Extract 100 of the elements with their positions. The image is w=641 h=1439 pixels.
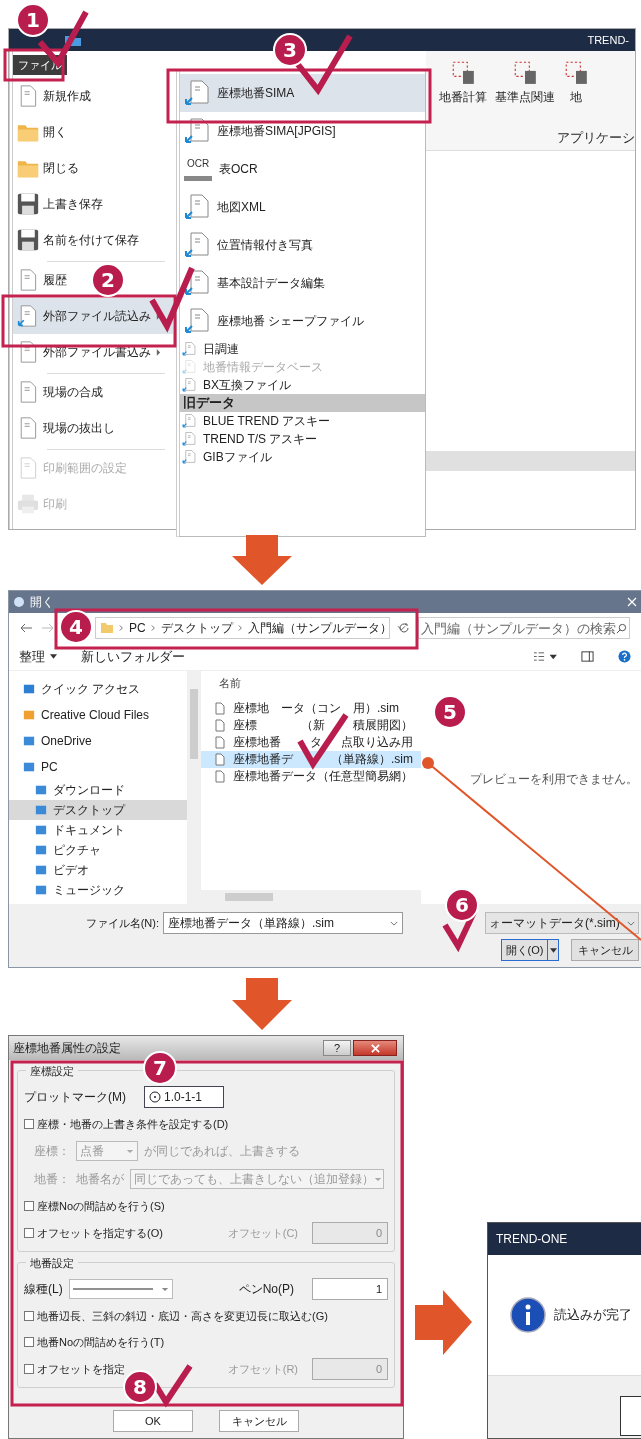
submenu-item[interactable]: BX互換ファイル: [180, 376, 425, 394]
close-icon: [370, 1043, 380, 1053]
split-dropdown-button[interactable]: [547, 939, 559, 961]
printer-icon: [17, 493, 39, 515]
breadcrumb-item[interactable]: 入門編（サンプルデータ）: [247, 619, 392, 637]
nav-item[interactable]: OneDrive: [9, 728, 187, 754]
checkbox[interactable]: 地番Noの間詰めを行う(T): [24, 1329, 388, 1355]
location-icon: [35, 864, 47, 876]
plot-mark-field[interactable]: 1.0-1-1: [144, 1086, 224, 1108]
checkbox[interactable]: 地番辺長、三斜の斜辺・底辺・高さを変更辺長に取込む(G): [24, 1303, 388, 1329]
file-item[interactable]: 座標地番デ （単路線）.sim: [201, 751, 421, 768]
open-button[interactable]: 開く(O): [501, 939, 547, 961]
nav-item[interactable]: ドキュメント: [9, 820, 187, 840]
location-icon: [35, 884, 47, 896]
ribbon-button[interactable]: 基準点関連: [494, 59, 556, 106]
window-title: TREND-ONE: [496, 1232, 568, 1246]
submenu-item[interactable]: 座標地番SIMA: [180, 74, 425, 112]
submenu-item[interactable]: 座標地番SIMA[JPGIS]: [180, 112, 425, 150]
submenu-item[interactable]: OCR 表OCR: [180, 150, 425, 188]
submenu-item[interactable]: 位置情報付き写真: [180, 226, 425, 264]
checkbox[interactable]: 座標Noの間詰めを行う(S): [24, 1193, 388, 1219]
submenu-item[interactable]: BLUE TREND アスキー: [180, 412, 425, 430]
submenu-item[interactable]: GIBファイル: [180, 448, 425, 466]
file-name-label: ファイル名(N):: [84, 915, 159, 931]
column-header[interactable]: 名前: [201, 671, 421, 695]
line-sample-icon: [72, 1287, 153, 1291]
organize-button[interactable]: 整理: [19, 647, 57, 666]
nav-item[interactable]: ミュージック: [9, 880, 187, 900]
menu-item[interactable]: 履歴: [13, 262, 71, 298]
nav-item[interactable]: ピクチャ: [9, 840, 187, 860]
location-icon: [35, 844, 47, 856]
field-label: が同じであれば、上書きする: [144, 1142, 300, 1160]
pen-number-field[interactable]: 1: [312, 1278, 388, 1300]
close-icon[interactable]: [627, 597, 637, 607]
checkbox[interactable]: オフセットを指定: [24, 1361, 125, 1377]
location-icon: [23, 709, 35, 721]
nav-item[interactable]: クイック アクセス: [9, 676, 187, 702]
submenu-item[interactable]: 座標地番 シェープファイル: [180, 302, 425, 340]
window-title: 座標地番属性の設定: [13, 1039, 121, 1057]
ok-button[interactable]: [620, 1396, 641, 1436]
file-type-dropdown[interactable]: ォーマットデータ(*.sim): [485, 912, 639, 934]
menu-item[interactable]: 閉じる: [13, 150, 83, 186]
document-icon: [17, 305, 39, 327]
file-item[interactable]: 座標地 ータ（コン 用）.sim: [201, 700, 421, 717]
submenu-item[interactable]: 基本設計データ編集: [180, 264, 425, 302]
menu-item[interactable]: 現場の合成: [13, 374, 107, 410]
file-item[interactable]: 座標 （新 積展開図）: [201, 717, 421, 734]
field-label: ペンNo(P): [238, 1280, 294, 1298]
step-number-badge: 1: [16, 3, 50, 37]
help-icon[interactable]: [618, 650, 631, 663]
view-options-icon[interactable]: [533, 651, 557, 662]
help-button[interactable]: ?: [323, 1040, 351, 1056]
nav-item[interactable]: デスクトップ: [9, 800, 187, 820]
scrollbar[interactable]: [187, 671, 201, 904]
breadcrumb-item[interactable]: デスクトップ: [160, 619, 233, 637]
app-icon: [13, 596, 25, 608]
cancel-button[interactable]: キャンセル: [571, 939, 639, 961]
caret-icon: [374, 1176, 382, 1182]
ribbon-group-label: アプリケーシ: [557, 129, 635, 147]
menu-item[interactable]: 名前を付けて保存: [13, 222, 143, 258]
group-title: 座標設定: [26, 1064, 78, 1079]
line-type-dropdown[interactable]: [68, 1279, 173, 1299]
close-button[interactable]: [353, 1040, 397, 1056]
caret-icon: [50, 654, 57, 659]
submenu-item[interactable]: TREND T/S アスキー: [180, 430, 425, 448]
submenu-item[interactable]: 日調連: [180, 340, 425, 358]
caret-icon: [126, 1148, 134, 1154]
ok-button[interactable]: OK: [113, 1410, 193, 1432]
refresh-icon[interactable]: [398, 622, 410, 634]
tool-icon: [512, 59, 538, 85]
breadcrumb-item[interactable]: PC: [129, 621, 146, 635]
file-name-field[interactable]: 座標地番データ（単路線）.sim: [163, 912, 403, 934]
folder-icon: [100, 622, 114, 634]
import-document-icon: [184, 80, 210, 106]
menu-item[interactable]: 新規作成: [13, 78, 95, 114]
file-item[interactable]: 座標地番 タ 点取り込み用: [201, 734, 421, 751]
import-document-icon: [184, 118, 210, 144]
folder-icon[interactable]: [63, 34, 83, 46]
cancel-button[interactable]: キャンセル: [219, 1410, 299, 1432]
info-icon: [510, 1297, 546, 1333]
checkbox[interactable]: オフセットを指定する(O): [24, 1225, 163, 1241]
nav-item[interactable]: Creative Cloud Files: [9, 702, 187, 728]
menu-item[interactable]: 外部ファイル読込み: [13, 298, 173, 334]
back-arrow-icon[interactable]: [19, 623, 33, 633]
nav-item[interactable]: ダウンロード: [9, 780, 187, 800]
menu-item[interactable]: 現場の抜出し: [13, 410, 119, 446]
menu-item[interactable]: 上書き保存: [13, 186, 107, 222]
file-item[interactable]: 座標地番データ（任意型簡易網）: [201, 768, 421, 785]
checkbox[interactable]: 座標・地番の上書き条件を設定する(D): [24, 1111, 388, 1137]
submenu-item[interactable]: 地図XML: [180, 188, 425, 226]
ribbon-button[interactable]: 地番計算: [438, 59, 488, 106]
new-folder-button[interactable]: 新しいフォルダー: [81, 647, 185, 666]
chevron-down-icon[interactable]: [396, 625, 406, 631]
nav-item[interactable]: PC: [9, 754, 187, 780]
nav-item[interactable]: ビデオ: [9, 860, 187, 880]
search-field[interactable]: 入門編（サンプルデータ）の検索: [418, 617, 630, 639]
caret-icon: [160, 1286, 169, 1292]
menu-item[interactable]: 開く: [13, 114, 71, 150]
ribbon-button[interactable]: 地: [562, 59, 590, 106]
preview-pane-icon[interactable]: [581, 650, 594, 663]
